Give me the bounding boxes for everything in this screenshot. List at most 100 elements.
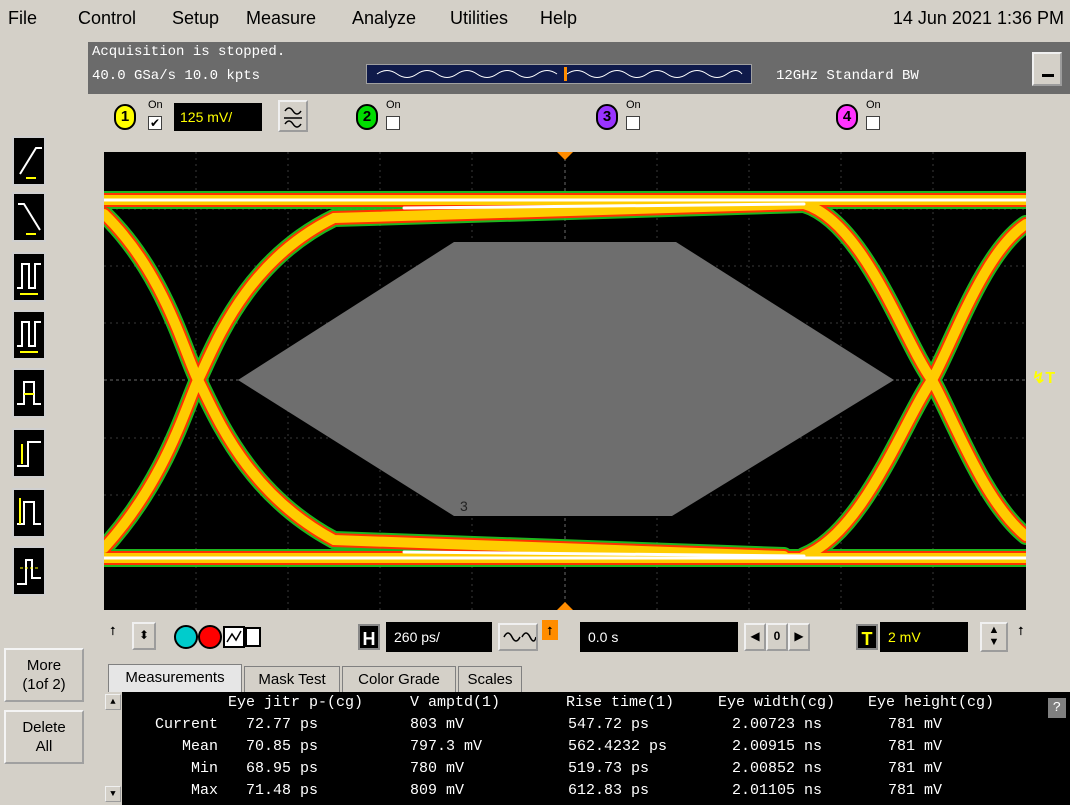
run-icon[interactable]	[174, 625, 198, 649]
tab-mask-test[interactable]: Mask Test	[244, 666, 340, 692]
delay-reference-icon: ⭡	[542, 620, 558, 640]
channel-3-checkbox[interactable]	[626, 116, 640, 130]
mean-rise-time: 562.4232 ps	[568, 738, 668, 755]
datetime: 14 Jun 2021 1:36 PM	[892, 8, 1064, 28]
overshoot-tool-button[interactable]	[12, 546, 46, 596]
mean-eye-height: 781 mV	[888, 738, 943, 755]
channel-4-checkbox[interactable]	[866, 116, 880, 130]
sample-rate: 40.0 GSa/s 10.0 kpts	[92, 68, 261, 84]
help-button[interactable]: ?	[1048, 698, 1066, 718]
channel-1-checkbox[interactable]: ✔	[148, 116, 162, 130]
delay-right-button[interactable]: ▶	[788, 623, 810, 651]
delay-center-button[interactable]: 0	[766, 623, 788, 651]
min-eye-height: 781 mV	[888, 760, 943, 777]
top-tool-button[interactable]	[12, 488, 46, 538]
timebase-input[interactable]: 260 ps/	[386, 622, 492, 652]
channel-2-badge[interactable]: 2	[356, 104, 378, 130]
timeline-waveform-icon	[376, 67, 743, 81]
channel-2-checkbox[interactable]	[386, 116, 400, 130]
eye-diagram: 3	[95, 152, 1035, 610]
menu-utilities[interactable]: Utilities	[450, 8, 508, 29]
run-control-group	[174, 625, 261, 649]
delay-input[interactable]: 0.0 s	[580, 622, 738, 652]
row-label-current: Current	[154, 716, 218, 733]
panel-tabs: Measurements Mask Test Color Grade Scale…	[104, 664, 1070, 692]
coupling-button[interactable]	[278, 100, 308, 132]
falling-edge-icon	[18, 203, 41, 235]
channel-1-badge[interactable]: 1	[114, 104, 136, 130]
current-v-amplitude: 803 mV	[410, 716, 465, 733]
pulse-top-icon	[17, 498, 41, 525]
memory-timeline[interactable]	[366, 64, 752, 84]
amplitude-icon	[17, 441, 41, 467]
current-eye-width: 2.00723 ns	[732, 716, 823, 733]
channel-1-on-label: On	[148, 99, 163, 111]
menu-help[interactable]: Help	[540, 8, 577, 29]
amplitude-tool-button[interactable]	[12, 428, 46, 478]
channel-1-scale-input[interactable]: 125 mV/	[174, 103, 262, 131]
mean-eye-width: 2.00915 ns	[732, 738, 823, 755]
mean-v-amplitude: 797.3 mV	[410, 738, 483, 755]
channel-bar: 1 On ✔ 125 mV/ 2 On 3 On 4 On	[88, 94, 1070, 144]
bandwidth-label: 12GHz Standard BW	[776, 68, 919, 84]
print-icon[interactable]	[245, 627, 261, 647]
rise-time-tool-button[interactable]	[12, 136, 46, 186]
menu-measure[interactable]: Measure	[246, 8, 316, 29]
max-rise-time: 612.83 ps	[568, 782, 650, 799]
max-eye-jitter: 71.48 ps	[246, 782, 319, 799]
delete-all-button[interactable]: Delete All	[4, 710, 84, 764]
trigger-pin-icon[interactable]: ⭡	[1012, 620, 1030, 648]
row-label-max: Max	[190, 782, 218, 799]
tab-scales[interactable]: Scales	[458, 666, 522, 692]
channel-4-badge[interactable]: 4	[836, 104, 858, 130]
sine-wave-icon	[503, 632, 537, 642]
row-label-mean: Mean	[181, 738, 218, 755]
positive-width-icon	[17, 381, 41, 405]
pulse-period-icon	[17, 263, 41, 295]
waveform-display[interactable]: 3	[95, 152, 1035, 610]
header-eye-jitter: Eye jitr p-(cg)	[228, 694, 364, 711]
more-button[interactable]: More (1of 2)	[4, 648, 84, 702]
scroll-up-icon[interactable]: ▲	[105, 694, 121, 710]
tab-measurements[interactable]: Measurements	[108, 664, 242, 692]
pulse-frequency-icon	[17, 321, 41, 353]
positive-width-tool-button[interactable]	[12, 368, 46, 418]
channel-3-badge[interactable]: 3	[596, 104, 618, 130]
scroll-down-icon[interactable]: ▼	[105, 786, 121, 802]
current-rise-time: 547.72 ps	[568, 716, 650, 733]
header-rise-time: Rise time(1)	[566, 694, 675, 711]
measurement-toolbar: More (1of 2) Delete All	[0, 42, 88, 805]
fall-time-tool-button[interactable]	[12, 192, 46, 242]
stop-icon[interactable]	[198, 625, 222, 649]
channel-2-on-label: On	[386, 99, 401, 111]
menu-analyze[interactable]: Analyze	[352, 8, 416, 29]
menu-control[interactable]: Control	[78, 8, 136, 29]
period-tool-button[interactable]	[12, 252, 46, 302]
menu-file[interactable]: File	[8, 8, 37, 29]
channel-4-on-label: On	[866, 99, 881, 111]
scroll-stepper[interactable]: ⬍	[132, 622, 156, 650]
overshoot-icon	[17, 559, 41, 585]
mask-region-label: 3	[460, 498, 468, 514]
current-eye-height: 781 mV	[888, 716, 943, 733]
eye-mask-region	[238, 242, 894, 516]
minimize-button[interactable]	[1032, 52, 1062, 86]
waveform-mode-button[interactable]	[498, 623, 538, 651]
trigger-badge: T	[856, 624, 878, 650]
ac-dc-coupling-icon	[284, 107, 302, 128]
trigger-level-stepper[interactable]: ▲ ▼	[980, 622, 1008, 652]
horizontal-control-bar: ⭡ ⬍ H 260 ps/ ⭡ 0.0 s ◀ 0 ▶ T 2 mV ▲ ▼ ⭡	[104, 614, 1070, 660]
pin-up-icon[interactable]: ⭡	[104, 620, 122, 648]
delay-left-button[interactable]: ◀	[744, 623, 766, 651]
header-eye-width: Eye width(cg)	[718, 694, 836, 711]
frequency-tool-button[interactable]	[12, 310, 46, 360]
max-v-amplitude: 809 mV	[410, 782, 465, 799]
acquisition-status: Acquisition is stopped.	[92, 44, 286, 60]
tab-color-grade[interactable]: Color Grade	[342, 666, 456, 692]
measurements-scrollbar[interactable]: ▲ ▼	[104, 692, 122, 805]
menu-setup[interactable]: Setup	[172, 8, 219, 29]
trigger-level-input[interactable]: 2 mV	[880, 622, 968, 652]
trigger-level-marker[interactable]: ↯T	[1032, 368, 1055, 388]
acquisition-bar: Acquisition is stopped. 40.0 GSa/s 10.0 …	[88, 42, 1070, 94]
minimize-icon	[1042, 74, 1054, 77]
